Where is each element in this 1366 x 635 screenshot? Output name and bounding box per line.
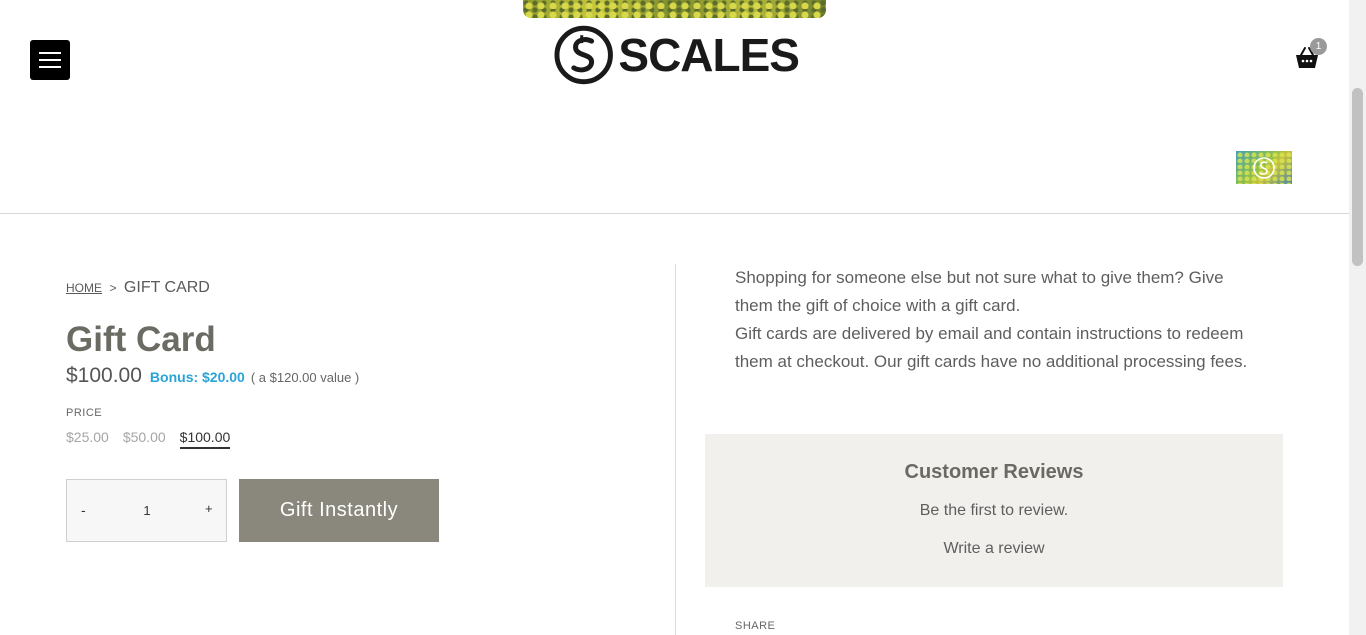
- menu-line: [39, 52, 61, 54]
- value-note: ( a $120.00 value ): [250, 370, 360, 385]
- quantity-increase-button[interactable]: +: [205, 501, 213, 516]
- logo-s-hook-icon: [554, 25, 613, 85]
- breadcrumb: HOME > GIFT CARD: [66, 279, 210, 297]
- price-line: $100.00 Bonus: $20.00 ( a $120.00 value …: [66, 364, 359, 388]
- logo-s-hook-icon: [1253, 157, 1275, 179]
- price-options-label: PRICE: [66, 407, 103, 419]
- bonus-amount: Bonus: $20.00: [149, 369, 245, 385]
- cart-count-badge: 1: [1310, 38, 1327, 55]
- description-paragraph: Gift cards are delivered by email and co…: [735, 324, 1248, 371]
- quantity-decrease-button[interactable]: -: [81, 502, 86, 518]
- price-option[interactable]: $25.00: [66, 429, 109, 449]
- breadcrumb-home-link[interactable]: HOME: [66, 281, 102, 295]
- reviews-heading: Customer Reviews: [904, 461, 1084, 483]
- site-logo[interactable]: SCALES: [554, 24, 800, 86]
- page-scrollbar[interactable]: [1349, 0, 1366, 635]
- site-header: SCALES 1: [0, 0, 1349, 214]
- share-label: SHARE: [735, 620, 776, 632]
- description-paragraph: Shopping for someone else but not sure w…: [735, 268, 1224, 315]
- customer-reviews-panel: Customer Reviews Be the first to review.…: [705, 434, 1283, 587]
- hamburger-menu-button[interactable]: [30, 40, 70, 80]
- breadcrumb-current: GIFT CARD: [123, 279, 210, 296]
- breadcrumb-separator: >: [109, 281, 117, 295]
- product-price: $100.00: [66, 364, 142, 387]
- logo-text: SCALES: [618, 29, 800, 81]
- cart-button[interactable]: 1: [1293, 38, 1329, 70]
- write-review-link[interactable]: Write a review: [705, 540, 1283, 558]
- price-option-selected[interactable]: $100.00: [179, 429, 231, 449]
- menu-line: [39, 59, 61, 61]
- price-option[interactable]: $50.00: [123, 429, 166, 449]
- scrollbar-thumb[interactable]: [1352, 88, 1363, 266]
- scales-pattern-banner: [523, 0, 826, 18]
- price-options: $25.00 $50.00 $100.00: [66, 429, 231, 449]
- gift-instantly-button[interactable]: Gift Instantly: [239, 479, 439, 542]
- reviews-empty-text: Be the first to review.: [919, 502, 1069, 519]
- menu-line: [39, 66, 61, 68]
- quantity-stepper: - +: [66, 479, 227, 542]
- column-divider: [675, 264, 676, 635]
- product-description: Shopping for someone else but not sure w…: [735, 264, 1265, 376]
- product-thumbnail[interactable]: [1236, 151, 1292, 184]
- quantity-input[interactable]: [137, 503, 157, 518]
- product-title: Gift Card: [66, 320, 216, 359]
